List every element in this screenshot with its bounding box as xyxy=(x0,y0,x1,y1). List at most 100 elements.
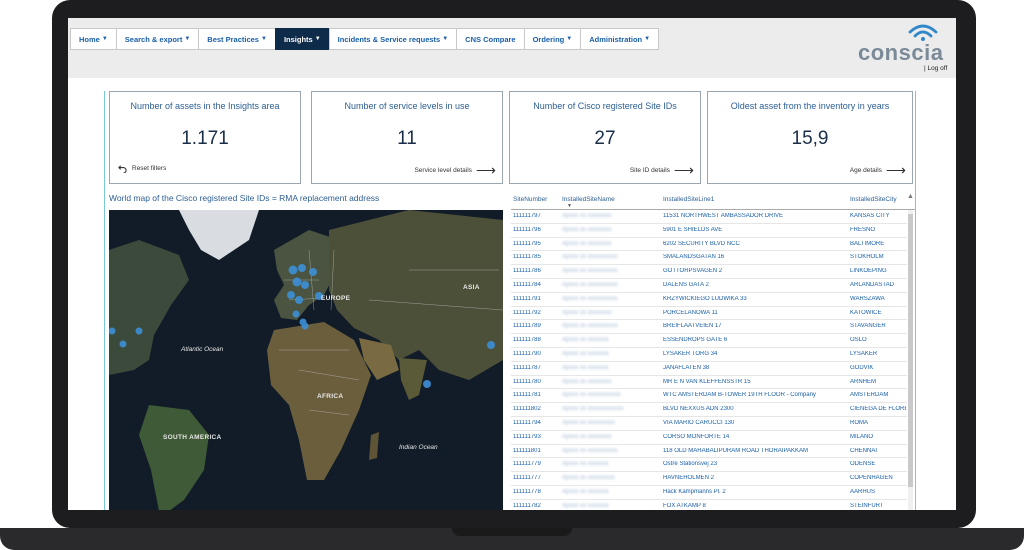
scroll-thumb[interactable] xyxy=(908,214,913,487)
nav-item-incidents-service-requests[interactable]: Incidents & Service requests ▼ xyxy=(328,28,457,50)
cell-site-line1: CORSO MONFORTE 14 xyxy=(663,433,730,440)
age-details-link[interactable]: Age details ⟶ xyxy=(850,162,906,178)
table-header: SiteNumber InstalledSiteName ▼ Installed… xyxy=(511,188,915,210)
cell-site-line1: GOTTORPSVAGEN 2 xyxy=(663,268,723,275)
cell-site-city: WARSZAWA xyxy=(850,295,885,302)
europe-label: EUROPE xyxy=(321,295,351,302)
table-row[interactable]: 111111779 Apxxx xx xxxxxxx Ostre Stationsv… xyxy=(511,458,907,473)
cell-site-line1: 11531 NORTHWEST AMBASSADOR DRIVE xyxy=(663,213,784,219)
cell-site-city: KANSAS CITY xyxy=(850,213,890,219)
col-installed-site-line1[interactable]: InstalledSiteLine1 xyxy=(663,196,714,203)
undo-icon xyxy=(118,165,127,173)
cell-site-city: ROMA xyxy=(850,420,868,426)
table-row[interactable]: 111111777 Apxxx xx xxxxxxxxx HAVNEHOLMEN 2… xyxy=(511,472,907,486)
nav-item-administration[interactable]: Administration ▼ xyxy=(580,28,660,50)
world-map[interactable]: Atlantic Ocean Indian Ocean EUROPE ASIA … xyxy=(109,210,503,510)
table-row[interactable]: 111111792 Apxxx xx xxxxxxxx PORCELANOWA 11… xyxy=(511,307,907,321)
table-row[interactable]: 111111787 Apxxx xx xxxxxxx JANAFLATEN 38 GO… xyxy=(511,362,907,376)
col-site-number[interactable]: SiteNumber xyxy=(513,196,547,203)
cell-site-city: ODENSE xyxy=(850,461,876,468)
table-row[interactable]: 111111788 Apxxx xx xxxxxxx ESSENDROPS GATE… xyxy=(511,334,907,348)
site-marker[interactable] xyxy=(292,277,302,287)
chevron-down-icon: ▼ xyxy=(442,36,449,42)
cell-site-line1: 118 OLD MAHABALIPURAM ROAD THORAIPAKKAM xyxy=(663,447,809,454)
table-scrollbar[interactable] xyxy=(908,210,913,510)
cell-site-city: COPENHAGEN xyxy=(850,475,893,482)
cell-site-number: 111111788 xyxy=(513,337,541,344)
cell-site-number: 111111801 xyxy=(513,447,541,454)
table-row[interactable]: 111111781 Apxxx xx xxxxxxxxxxx WTC AMSTERD… xyxy=(511,389,907,404)
table-row[interactable]: 111111784 Apxxx xx xxxxxxxxxx DALENS GATA … xyxy=(511,279,907,293)
details-label: Site ID details xyxy=(629,166,670,174)
arrow-right-icon: ⟶ xyxy=(885,162,906,178)
cell-site-name: Apxxx xx xxxxxxx xyxy=(562,461,609,468)
kpi-card-service-levels: Number of service levels in use 11 Servi… xyxy=(311,91,503,184)
col-installed-site-city[interactable]: InstalledSiteCity xyxy=(850,196,897,203)
main-nav: Home ▼ Search & export ▼ Best Practices ▼ Insi… xyxy=(70,28,660,50)
table-row[interactable]: 111111794 Apxxx xx xxxxxxxxx VIA MARIO CAR… xyxy=(511,417,907,431)
col-installed-site-name[interactable]: InstalledSiteName xyxy=(562,196,615,203)
table-row[interactable]: 111111791 Apxxx xx xxxxxxxxxx KRZYWICKIEGO… xyxy=(511,293,907,307)
site-marker[interactable] xyxy=(288,265,298,275)
cell-site-number: 111111789 xyxy=(513,323,541,330)
cell-site-name: Apxxx xx xxxxxxxxx xyxy=(562,475,615,482)
table-row[interactable]: 111111793 Apxxx xx xxxxxxxx CORSO MONFORTE… xyxy=(511,431,907,445)
table-row[interactable]: 111111795 Apxxx xx xxxxxxxx 6202 SECURITY … xyxy=(511,238,907,252)
table-row[interactable]: 111111780 Apxxx xx xxxxxxxx MR E N VAN KLE… xyxy=(511,376,907,390)
site-id-details-link[interactable]: Site ID details ⟶ xyxy=(629,162,694,178)
site-marker[interactable] xyxy=(298,264,306,272)
site-marker[interactable] xyxy=(487,341,495,349)
scroll-up-icon[interactable]: ▲ xyxy=(907,193,914,200)
table-row[interactable]: 111111796 Apxxx xx xxxxxxxx 5901 E SHIELDS… xyxy=(511,224,907,238)
table-row[interactable]: 111111789 Apxxx xx xxxxxxxxxx BREIFLAATVEI… xyxy=(511,320,907,335)
south-america-label: SOUTH AMERICA xyxy=(163,434,222,441)
cell-site-number: 111111792 xyxy=(513,309,541,316)
table-row[interactable]: 111111801 Apxxx xx xxxxxxxxxx 118 OLD MAHA… xyxy=(511,445,907,459)
cell-site-city: STEINFURT xyxy=(850,502,884,509)
reset-filters-button[interactable]: Reset filters xyxy=(118,164,166,173)
table-row[interactable]: 111111797 Apxxx xx xxxxxxxx 11531 NORTHWES… xyxy=(511,210,907,224)
cell-site-number: 111111784 xyxy=(513,282,541,288)
nav-item-label: Search & export xyxy=(124,34,183,44)
cell-site-name: Apxxx xx xxxxxxxxxx xyxy=(562,282,618,288)
nav-item-insights[interactable]: Insights ▼ xyxy=(274,28,329,50)
cell-site-name: Apxxx xx xxxxxxxx xyxy=(562,240,612,247)
site-marker[interactable] xyxy=(292,310,300,318)
site-marker[interactable] xyxy=(301,322,309,330)
site-marker[interactable] xyxy=(423,380,431,388)
cell-site-number: 111111794 xyxy=(513,420,541,426)
cell-site-city: STOKHOLM xyxy=(850,254,884,261)
cell-site-line1: PORCELANOWA 11 xyxy=(663,309,718,316)
site-marker[interactable] xyxy=(309,268,317,276)
table-row[interactable]: 111111785 Apxxx xx xxxxxxxxxx SMALANDSGATA… xyxy=(511,251,907,266)
table-row[interactable]: 111111782 Apxxx xx xxxxxxx FOX ATKAMP 8 STE… xyxy=(511,500,907,510)
table-row[interactable]: 111111778 Apxxx xx xxxxxxx Hack Kampmanns … xyxy=(511,486,907,500)
site-marker[interactable] xyxy=(135,327,143,335)
cell-site-city: KATOWICE xyxy=(850,309,882,316)
nav-item-label: Best Practices xyxy=(207,34,259,44)
cell-site-number: 111111791 xyxy=(513,295,541,302)
site-marker[interactable] xyxy=(295,296,303,304)
table-row[interactable]: 111111790 Apxxx xx xxxxxxx LYSAKER TORG 34… xyxy=(511,348,907,362)
logoff-link[interactable]: | Log off xyxy=(924,65,947,72)
site-marker[interactable] xyxy=(301,281,309,289)
nav-item-best-practices[interactable]: Best Practices ▼ xyxy=(198,28,275,50)
nav-item-home[interactable]: Home ▼ xyxy=(70,28,116,50)
nav-item-label: Insights xyxy=(283,34,313,44)
table-row[interactable]: 111111802 Apxxx xx xxxxxxxxxxxx BLVD NEXXU… xyxy=(511,403,907,417)
arrow-right-icon: ⟶ xyxy=(673,162,694,178)
atlantic-ocean-label: Atlantic Ocean xyxy=(181,346,224,353)
site-marker[interactable] xyxy=(287,291,295,299)
nav-item-search-export[interactable]: Search & export ▼ xyxy=(115,28,199,50)
nav-item-ordering[interactable]: Ordering ▼ xyxy=(523,28,581,50)
cell-site-name: Apxxx xx xxxxxxxxxx xyxy=(562,295,618,302)
chevron-down-icon: ▼ xyxy=(101,36,108,42)
nav-item-cns-compare[interactable]: CNS Compare xyxy=(456,28,524,50)
cell-site-name: Apxxx xx xxxxxxxxxx xyxy=(562,447,618,454)
table-row[interactable]: 111111786 Apxxx xx xxxxxxxxxx GOTTORPSVAGE… xyxy=(511,265,907,279)
site-marker[interactable] xyxy=(119,340,127,348)
cell-site-number: 111111787 xyxy=(513,364,541,371)
service-level-details-link[interactable]: Service level details ⟶ xyxy=(414,163,496,177)
insights-dashboard: Number of assets in the Insights area 1.… xyxy=(104,91,916,510)
kpi-value: 15,9 xyxy=(791,128,829,149)
